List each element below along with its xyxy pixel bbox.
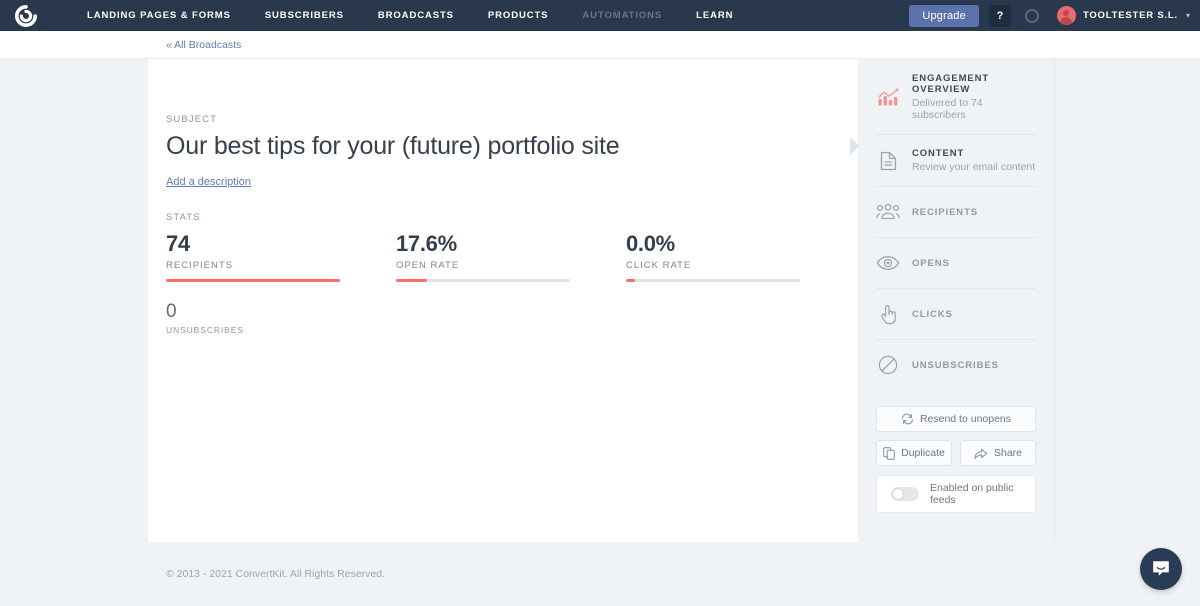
public-feeds-toggle-row: Enabled on public feeds xyxy=(876,475,1036,513)
stats-row: 74 RECIPIENTS 17.6% OPEN RATE 0.0% CLICK… xyxy=(166,231,858,296)
sidebar-item-engagement-overview-subtitle: Delivered to 74 subscribers xyxy=(912,97,1036,121)
sidebar-item-engagement-overview-title: ENGAGEMENT OVERVIEW xyxy=(912,73,1036,95)
stat-recipients-label: RECIPIENTS xyxy=(166,260,340,271)
stat-unsubscribes: 0 UNSUBSCRIBES xyxy=(166,300,858,335)
nav-link-landing-pages-and-forms[interactable]: LANDING PAGES & FORMS xyxy=(70,0,248,31)
nav-link-learn[interactable]: LEARN xyxy=(679,0,750,31)
broadcast-detail-card: SUBJECT Our best tips for your (future) … xyxy=(148,59,858,542)
people-icon xyxy=(876,200,900,224)
circle-icon[interactable] xyxy=(1025,9,1039,23)
top-navigation-bar: LANDING PAGES & FORMS SUBSCRIBERS BROADC… xyxy=(0,0,1200,31)
sidebar-item-recipients[interactable]: RECIPIENTS xyxy=(876,187,1036,238)
stat-open-rate-bar-fill xyxy=(396,279,427,282)
page-body: SUBJECT Our best tips for your (future) … xyxy=(0,59,1200,606)
sidebar-item-content[interactable]: CONTENT Review your email content xyxy=(876,135,1036,187)
sidebar-item-content-text: CONTENT Review your email content xyxy=(912,148,1035,173)
share-label: Share xyxy=(994,447,1022,459)
chevron-down-icon: ▾ xyxy=(1186,11,1190,20)
upgrade-button[interactable]: Upgrade xyxy=(909,5,979,27)
panel-collapse-chevron-icon[interactable] xyxy=(850,137,859,155)
copyright-text: © 2013 - 2021 ConvertKit. All Rights Res… xyxy=(166,568,385,580)
breadcrumb-all-broadcasts-link[interactable]: « All Broadcasts xyxy=(166,39,241,51)
stat-open-rate-value: 17.6% xyxy=(396,231,570,257)
sidebar-item-content-title: CONTENT xyxy=(912,148,1035,159)
primary-nav-links: LANDING PAGES & FORMS SUBSCRIBERS BROADC… xyxy=(70,0,750,31)
stat-open-rate-label: OPEN RATE xyxy=(396,260,570,271)
sidebar-item-recipients-title: RECIPIENTS xyxy=(912,207,978,218)
share-button[interactable]: Share xyxy=(960,440,1036,466)
breadcrumb-bar: « All Broadcasts xyxy=(0,31,1200,59)
resend-icon xyxy=(901,413,914,425)
eye-icon xyxy=(876,251,900,275)
share-icon xyxy=(974,447,988,460)
sidebar-item-unsubscribes[interactable]: UNSUBSCRIBES xyxy=(876,340,1036,390)
duplicate-button[interactable]: Duplicate xyxy=(876,440,952,466)
stat-click-rate-label: CLICK RATE xyxy=(626,260,800,271)
stat-click-rate-value: 0.0% xyxy=(626,231,800,257)
public-feeds-toggle[interactable] xyxy=(891,487,919,501)
nav-link-automations[interactable]: AUTOMATIONS xyxy=(565,0,679,31)
no-entry-icon xyxy=(876,353,900,377)
stat-unsubscribes-value: 0 xyxy=(166,300,858,324)
stat-click-rate-bar-track xyxy=(626,279,800,282)
resend-to-unopens-label: Resend to unopens xyxy=(920,413,1011,425)
public-feeds-toggle-label: Enabled on public feeds xyxy=(930,482,1021,506)
engagement-side-panel: ENGAGEMENT OVERVIEW Delivered to 74 subs… xyxy=(858,59,1055,542)
sidebar-item-clicks-title: CLICKS xyxy=(912,309,953,320)
stat-open-rate: 17.6% OPEN RATE xyxy=(396,231,570,282)
sidebar-item-engagement-overview[interactable]: ENGAGEMENT OVERVIEW Delivered to 74 subs… xyxy=(876,59,1036,135)
stat-click-rate: 0.0% CLICK RATE xyxy=(626,231,800,282)
convertkit-logo-glyph xyxy=(15,5,37,27)
nav-link-products[interactable]: PRODUCTS xyxy=(471,0,566,31)
intercom-chat-icon[interactable] xyxy=(1140,548,1182,590)
duplicate-icon xyxy=(883,447,895,460)
stat-recipients-bar-track xyxy=(166,279,340,282)
page-title: Our best tips for your (future) portfoli… xyxy=(166,132,858,161)
resend-button-row: Resend to unopens xyxy=(876,406,1036,432)
stat-click-rate-bar-fill xyxy=(626,279,635,282)
pointer-hand-icon xyxy=(876,302,900,326)
sidebar-item-opens[interactable]: OPENS xyxy=(876,238,1036,289)
nav-right-group: Upgrade ? TOOLTESTER S.L. ▾ xyxy=(909,5,1190,27)
duplicate-label: Duplicate xyxy=(901,447,945,459)
convertkit-logo-icon[interactable] xyxy=(8,0,44,31)
subject-field-label: SUBJECT xyxy=(166,114,858,125)
add-description-link[interactable]: Add a description xyxy=(166,176,251,188)
resend-to-unopens-button[interactable]: Resend to unopens xyxy=(876,406,1036,432)
chat-bubble-glyph xyxy=(1151,559,1171,579)
duplicate-share-button-row: Duplicate Share xyxy=(876,440,1036,466)
stats-section-label: STATS xyxy=(166,212,858,223)
nav-link-broadcasts[interactable]: BROADCASTS xyxy=(361,0,471,31)
nav-link-subscribers[interactable]: SUBSCRIBERS xyxy=(248,0,361,31)
stat-recipients-bar-fill xyxy=(166,279,340,282)
stat-recipients-value: 74 xyxy=(166,231,340,257)
user-account-menu[interactable]: TOOLTESTER S.L. ▾ xyxy=(1057,6,1190,25)
sidebar-item-content-subtitle: Review your email content xyxy=(912,161,1035,173)
stat-recipients: 74 RECIPIENTS xyxy=(166,231,340,282)
help-button[interactable]: ? xyxy=(989,5,1011,27)
sidebar-item-engagement-overview-text: ENGAGEMENT OVERVIEW Delivered to 74 subs… xyxy=(912,73,1036,121)
bar-chart-icon xyxy=(876,85,900,109)
stat-unsubscribes-label: UNSUBSCRIBES xyxy=(166,325,858,335)
page-footer: © 2013 - 2021 ConvertKit. All Rights Res… xyxy=(0,542,1200,606)
sidebar-item-opens-title: OPENS xyxy=(912,258,950,269)
document-icon xyxy=(876,149,900,173)
avatar xyxy=(1057,6,1076,25)
account-name-label: TOOLTESTER S.L. xyxy=(1083,10,1178,21)
stat-open-rate-bar-track xyxy=(396,279,570,282)
sidebar-item-clicks[interactable]: CLICKS xyxy=(876,289,1036,340)
sidebar-item-unsubscribes-title: UNSUBSCRIBES xyxy=(912,360,999,371)
